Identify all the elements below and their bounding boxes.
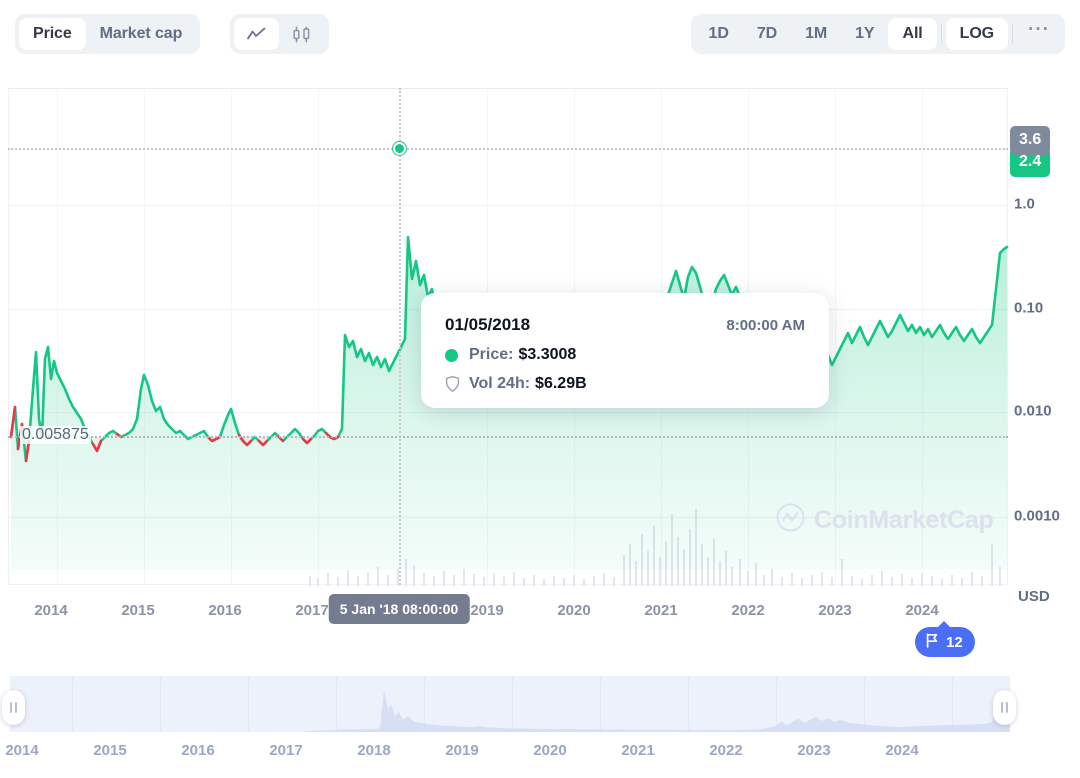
tooltip-volume-row: Vol 24h: $6.29B (445, 375, 805, 393)
y-axis-tick: 0.010 (1014, 403, 1052, 420)
toolbar-divider (941, 24, 942, 44)
toolbar-divider (1012, 24, 1013, 44)
price-chart-widget: Price Market cap 1D 7D 1M 1Y (0, 0, 1080, 778)
x-axis-tick: 2015 (121, 602, 154, 619)
flag-count-label: 12 (946, 634, 963, 651)
y-axis-tick: 1.0 (1014, 196, 1035, 213)
x-axis-tick: 2020 (557, 602, 590, 619)
x-axis-tick: 2016 (208, 602, 241, 619)
tooltip-price-row: Price: $3.3008 (445, 346, 805, 364)
metric-toggle-group: Price Market cap (15, 14, 200, 54)
shield-icon (445, 376, 460, 392)
navigator-x-tick: 2017 (269, 742, 302, 759)
all-time-low-line (8, 436, 1008, 438)
range-1m[interactable]: 1M (791, 18, 841, 50)
navigator-handle-right[interactable] (993, 690, 1016, 725)
range-all[interactable]: All (888, 18, 936, 50)
navigator-x-tick: 2014 (5, 742, 38, 759)
tab-market-cap[interactable]: Market cap (86, 18, 197, 50)
x-axis-tick: 2021 (644, 602, 677, 619)
tooltip-date: 01/05/2018 (445, 315, 530, 335)
grip-bar-icon (1006, 702, 1008, 713)
flag-icon (925, 633, 939, 652)
more-options-button[interactable]: ··· (1017, 18, 1061, 50)
navigator-x-tick: 2015 (93, 742, 126, 759)
y-axis-tick: 0.10 (1014, 300, 1043, 317)
navigator-series-svg (10, 676, 1010, 732)
all-time-low-label: 0.005875 (20, 426, 91, 444)
grip-bar-icon (15, 702, 17, 713)
grip-bar-icon (10, 702, 12, 713)
tooltip-price-value: $3.3008 (518, 346, 576, 364)
navigator-x-tick: 2020 (533, 742, 566, 759)
events-flag-badge[interactable]: 12 (915, 627, 975, 657)
navigator-handle-left[interactable] (2, 690, 25, 725)
crosshair-price-badge: 3.6 (1010, 126, 1050, 155)
tab-price[interactable]: Price (19, 18, 86, 50)
navigator-x-tick: 2019 (445, 742, 478, 759)
navigator-x-tick: 2023 (797, 742, 830, 759)
navigator-x-tick: 2024 (885, 742, 918, 759)
time-range-toggle-group: 1D 7D 1M 1Y All LOG ··· (691, 14, 1065, 54)
tooltip-volume-label: Vol 24h: (469, 375, 530, 393)
tooltip-time: 8:00:00 AM (726, 317, 805, 334)
crosshair-date-tooltip: 5 Jan '18 08:00:00 (329, 594, 470, 624)
line-chart-icon[interactable] (234, 18, 279, 50)
navigator-x-tick: 2018 (357, 742, 390, 759)
x-axis-tick: 2017 (295, 602, 328, 619)
chart-toolbar: Price Market cap 1D 7D 1M 1Y (0, 0, 1080, 72)
x-axis-tick: 2022 (731, 602, 764, 619)
tooltip-volume-value: $6.29B (535, 375, 587, 393)
navigator-x-tick: 2021 (621, 742, 654, 759)
y-axis-tick: 0.0010 (1014, 508, 1060, 525)
x-axis-tick: 2023 (818, 602, 851, 619)
range-1y[interactable]: 1Y (841, 18, 888, 50)
crosshair-vertical (399, 88, 401, 585)
x-axis-tick: 2024 (905, 602, 938, 619)
navigator-x-tick: 2022 (709, 742, 742, 759)
price-legend-dot-icon (445, 349, 458, 362)
tooltip-price-label: Price: (469, 346, 513, 364)
crosshair-horizontal (8, 148, 1008, 150)
range-7d[interactable]: 7D (743, 18, 791, 50)
chart-tooltip: 01/05/2018 8:00:00 AM Price: $3.3008 Vol… (421, 293, 829, 408)
tooltip-header: 01/05/2018 8:00:00 AM (445, 315, 805, 335)
navigator-area (10, 690, 1010, 732)
navigator-x-tick: 2016 (181, 742, 214, 759)
x-axis-tick: 2019 (470, 602, 503, 619)
chart-type-toggle-group (230, 14, 329, 54)
x-axis-tick: 2014 (34, 602, 67, 619)
selected-point-marker (393, 142, 406, 155)
candlestick-icon[interactable] (279, 18, 325, 50)
y-axis-currency-label: USD (1018, 588, 1050, 605)
grip-bar-icon (1001, 702, 1003, 713)
range-navigator[interactable] (10, 676, 1010, 732)
range-1d[interactable]: 1D (695, 18, 743, 50)
log-scale-button[interactable]: LOG (946, 18, 1008, 50)
